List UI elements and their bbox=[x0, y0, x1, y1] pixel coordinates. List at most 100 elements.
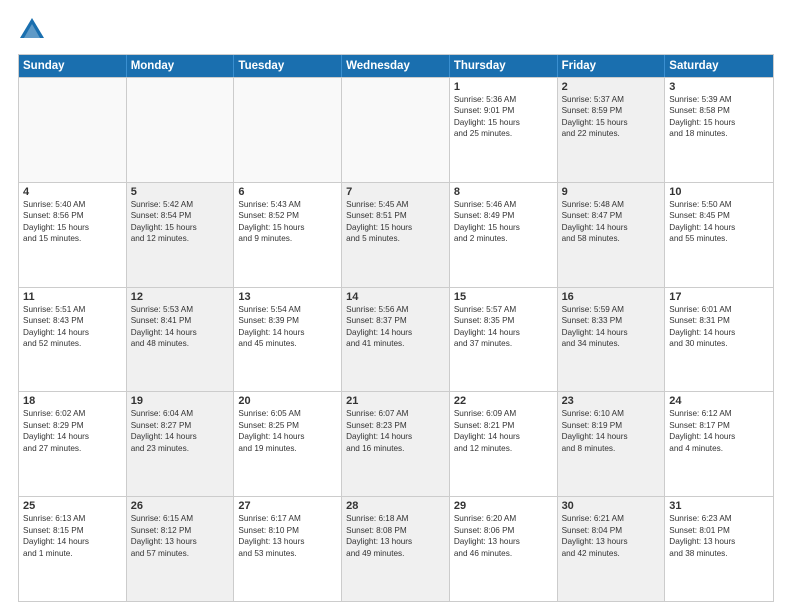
calendar-cell: 4Sunrise: 5:40 AMSunset: 8:56 PMDaylight… bbox=[19, 183, 127, 287]
day-number: 30 bbox=[562, 500, 661, 512]
cell-line: Sunrise: 5:59 AM bbox=[562, 304, 661, 315]
calendar-cell: 24Sunrise: 6:12 AMSunset: 8:17 PMDayligh… bbox=[665, 392, 773, 496]
day-number: 18 bbox=[23, 395, 122, 407]
cell-line: and 4 minutes. bbox=[669, 443, 769, 454]
cell-line: Sunrise: 5:48 AM bbox=[562, 199, 661, 210]
calendar: SundayMondayTuesdayWednesdayThursdayFrid… bbox=[18, 54, 774, 602]
cell-line: Sunrise: 5:43 AM bbox=[238, 199, 337, 210]
cell-line: and 16 minutes. bbox=[346, 443, 445, 454]
cell-line: Sunrise: 5:50 AM bbox=[669, 199, 769, 210]
day-number: 12 bbox=[131, 291, 230, 303]
cell-line: Daylight: 15 hours bbox=[669, 117, 769, 128]
cell-line: Daylight: 13 hours bbox=[562, 536, 661, 547]
cell-line: Sunrise: 6:09 AM bbox=[454, 408, 553, 419]
cell-line: Daylight: 13 hours bbox=[346, 536, 445, 547]
cell-line: Sunset: 8:04 PM bbox=[562, 525, 661, 536]
calendar-header-cell: Wednesday bbox=[342, 55, 450, 77]
day-number: 22 bbox=[454, 395, 553, 407]
day-number: 17 bbox=[669, 291, 769, 303]
cell-line: Daylight: 15 hours bbox=[238, 222, 337, 233]
calendar-cell: 29Sunrise: 6:20 AMSunset: 8:06 PMDayligh… bbox=[450, 497, 558, 601]
day-number: 10 bbox=[669, 186, 769, 198]
cell-line: Daylight: 15 hours bbox=[454, 222, 553, 233]
cell-line: Daylight: 14 hours bbox=[669, 431, 769, 442]
cell-line: Sunset: 8:54 PM bbox=[131, 210, 230, 221]
calendar-cell: 15Sunrise: 5:57 AMSunset: 8:35 PMDayligh… bbox=[450, 288, 558, 392]
day-number: 1 bbox=[454, 81, 553, 93]
calendar-cell bbox=[19, 78, 127, 182]
cell-line: Daylight: 14 hours bbox=[238, 327, 337, 338]
cell-line: Sunrise: 5:45 AM bbox=[346, 199, 445, 210]
cell-line: Sunrise: 5:57 AM bbox=[454, 304, 553, 315]
calendar-header: SundayMondayTuesdayWednesdayThursdayFrid… bbox=[19, 55, 773, 77]
calendar-row: 4Sunrise: 5:40 AMSunset: 8:56 PMDaylight… bbox=[19, 182, 773, 287]
cell-line: Sunrise: 5:40 AM bbox=[23, 199, 122, 210]
cell-line: Sunset: 8:47 PM bbox=[562, 210, 661, 221]
cell-line: Sunset: 8:21 PM bbox=[454, 420, 553, 431]
cell-line: Daylight: 14 hours bbox=[454, 327, 553, 338]
cell-line: Sunset: 8:01 PM bbox=[669, 525, 769, 536]
day-number: 27 bbox=[238, 500, 337, 512]
cell-line: and 57 minutes. bbox=[131, 548, 230, 559]
day-number: 13 bbox=[238, 291, 337, 303]
cell-line: Sunset: 8:59 PM bbox=[562, 105, 661, 116]
calendar-cell: 8Sunrise: 5:46 AMSunset: 8:49 PMDaylight… bbox=[450, 183, 558, 287]
calendar-cell: 10Sunrise: 5:50 AMSunset: 8:45 PMDayligh… bbox=[665, 183, 773, 287]
cell-line: Daylight: 15 hours bbox=[131, 222, 230, 233]
cell-line: and 15 minutes. bbox=[23, 233, 122, 244]
cell-line: Daylight: 14 hours bbox=[346, 431, 445, 442]
cell-line: Sunset: 8:45 PM bbox=[669, 210, 769, 221]
cell-line: and 55 minutes. bbox=[669, 233, 769, 244]
cell-line: Daylight: 15 hours bbox=[454, 117, 553, 128]
calendar-cell: 30Sunrise: 6:21 AMSunset: 8:04 PMDayligh… bbox=[558, 497, 666, 601]
cell-line: and 42 minutes. bbox=[562, 548, 661, 559]
calendar-header-cell: Tuesday bbox=[234, 55, 342, 77]
cell-line: Sunset: 8:41 PM bbox=[131, 315, 230, 326]
cell-line: Sunset: 9:01 PM bbox=[454, 105, 553, 116]
cell-line: and 27 minutes. bbox=[23, 443, 122, 454]
day-number: 28 bbox=[346, 500, 445, 512]
cell-line: Daylight: 13 hours bbox=[669, 536, 769, 547]
cell-line: Sunset: 8:52 PM bbox=[238, 210, 337, 221]
cell-line: Sunrise: 5:46 AM bbox=[454, 199, 553, 210]
calendar-cell: 16Sunrise: 5:59 AMSunset: 8:33 PMDayligh… bbox=[558, 288, 666, 392]
cell-line: Daylight: 14 hours bbox=[238, 431, 337, 442]
calendar-cell: 31Sunrise: 6:23 AMSunset: 8:01 PMDayligh… bbox=[665, 497, 773, 601]
cell-line: Sunset: 8:58 PM bbox=[669, 105, 769, 116]
calendar-row: 11Sunrise: 5:51 AMSunset: 8:43 PMDayligh… bbox=[19, 287, 773, 392]
cell-line: Sunrise: 6:04 AM bbox=[131, 408, 230, 419]
cell-line: and 49 minutes. bbox=[346, 548, 445, 559]
cell-line: Sunrise: 6:01 AM bbox=[669, 304, 769, 315]
day-number: 24 bbox=[669, 395, 769, 407]
cell-line: Sunset: 8:49 PM bbox=[454, 210, 553, 221]
cell-line: and 45 minutes. bbox=[238, 338, 337, 349]
calendar-header-cell: Thursday bbox=[450, 55, 558, 77]
cell-line: Sunset: 8:43 PM bbox=[23, 315, 122, 326]
calendar-header-cell: Sunday bbox=[19, 55, 127, 77]
day-number: 20 bbox=[238, 395, 337, 407]
cell-line: Sunset: 8:08 PM bbox=[346, 525, 445, 536]
cell-line: Sunrise: 6:12 AM bbox=[669, 408, 769, 419]
cell-line: and 5 minutes. bbox=[346, 233, 445, 244]
calendar-cell: 20Sunrise: 6:05 AMSunset: 8:25 PMDayligh… bbox=[234, 392, 342, 496]
day-number: 6 bbox=[238, 186, 337, 198]
cell-line: Sunrise: 5:42 AM bbox=[131, 199, 230, 210]
cell-line: Daylight: 14 hours bbox=[562, 222, 661, 233]
cell-line: Daylight: 14 hours bbox=[346, 327, 445, 338]
day-number: 3 bbox=[669, 81, 769, 93]
day-number: 2 bbox=[562, 81, 661, 93]
logo bbox=[18, 16, 50, 44]
calendar-cell bbox=[342, 78, 450, 182]
day-number: 21 bbox=[346, 395, 445, 407]
calendar-cell: 18Sunrise: 6:02 AMSunset: 8:29 PMDayligh… bbox=[19, 392, 127, 496]
day-number: 23 bbox=[562, 395, 661, 407]
cell-line: Sunrise: 5:37 AM bbox=[562, 94, 661, 105]
calendar-cell: 22Sunrise: 6:09 AMSunset: 8:21 PMDayligh… bbox=[450, 392, 558, 496]
cell-line: Sunset: 8:23 PM bbox=[346, 420, 445, 431]
cell-line: and 18 minutes. bbox=[669, 128, 769, 139]
cell-line: Sunrise: 6:07 AM bbox=[346, 408, 445, 419]
calendar-cell: 28Sunrise: 6:18 AMSunset: 8:08 PMDayligh… bbox=[342, 497, 450, 601]
cell-line: Daylight: 14 hours bbox=[454, 431, 553, 442]
calendar-cell: 6Sunrise: 5:43 AMSunset: 8:52 PMDaylight… bbox=[234, 183, 342, 287]
cell-line: Sunrise: 5:56 AM bbox=[346, 304, 445, 315]
